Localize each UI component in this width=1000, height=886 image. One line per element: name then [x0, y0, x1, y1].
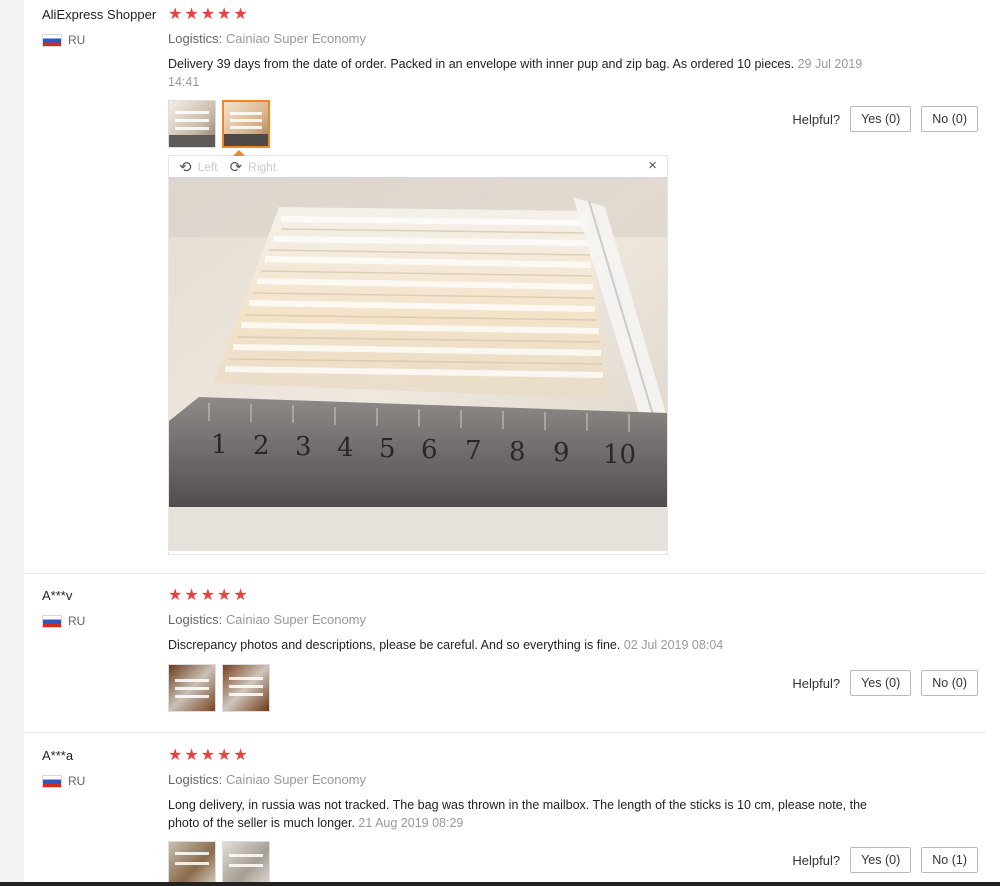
- ruler-number: 6: [421, 435, 438, 465]
- left-gutter: [0, 0, 24, 886]
- review-text: Discrepancy photos and descriptions, ple…: [168, 636, 888, 654]
- review-date: 21 Aug 2019 08:29: [358, 816, 464, 830]
- star-icon: ★: [200, 6, 216, 23]
- logistics-info: Logistics: Cainiao Super Economy: [168, 772, 366, 787]
- review-thumbnails: [168, 841, 270, 883]
- yes-button[interactable]: Yes (0): [850, 106, 912, 132]
- review-item: A***a RU ★ ★ ★ ★ ★ Logistics: Cainiao Super …: [24, 733, 986, 883]
- star-icon: ★: [233, 747, 248, 764]
- buyer-country: RU: [42, 774, 85, 788]
- star-icon: ★: [184, 6, 199, 23]
- ruler-number: 10: [603, 440, 636, 470]
- buyer-country: RU: [42, 614, 85, 628]
- logistics-value: Cainiao Super Economy: [225, 772, 367, 787]
- yes-button[interactable]: Yes (0): [850, 847, 912, 873]
- ruler-number: 5: [379, 434, 396, 464]
- close-icon[interactable]: ×: [648, 157, 657, 174]
- review-item: AliExpress Shopper RU ★ ★ ★ ★ ★ Logistics: C…: [24, 0, 986, 572]
- glue-sticks-photo: 1 2 3 4 5 6 7 8 9 10: [169, 177, 667, 551]
- logistics-value: Cainiao Super Economy: [225, 612, 367, 627]
- helpful-label: Helpful?: [792, 852, 841, 868]
- review-thumbnail[interactable]: [168, 664, 216, 712]
- russia-flag-icon: [42, 614, 62, 628]
- rotate-right-label[interactable]: Right: [248, 160, 276, 174]
- helpful-label: Helpful?: [792, 111, 841, 127]
- window-bottom-edge: [0, 882, 1000, 886]
- buyer-name: A***v: [42, 588, 73, 603]
- star-rating: ★ ★ ★ ★ ★: [168, 588, 248, 604]
- logistics-value: Cainiao Super Economy: [225, 31, 367, 46]
- review-body: Long delivery, in russia was not tracked…: [168, 798, 867, 830]
- no-button[interactable]: No (1): [921, 847, 978, 873]
- logistics-label: Logistics:: [168, 772, 223, 787]
- star-icon: ★: [217, 6, 232, 23]
- ruler-number: 7: [465, 436, 482, 466]
- ruler-number: 1: [211, 430, 228, 460]
- rotate-left-label[interactable]: Left: [198, 160, 218, 174]
- russia-flag-icon: [42, 33, 62, 47]
- review-thumbnails: [168, 664, 270, 712]
- buyer-name: A***a: [42, 748, 74, 763]
- review-thumbnail-selected[interactable]: [222, 100, 270, 148]
- viewer-toolbar: ⟲ Left ⟳ Right ×: [169, 156, 667, 177]
- country-code: RU: [68, 614, 86, 628]
- logistics-label: Logistics:: [168, 31, 223, 46]
- review-body: Discrepancy photos and descriptions, ple…: [168, 638, 621, 652]
- rotate-left-icon[interactable]: ⟲: [179, 158, 192, 176]
- star-icon: ★: [184, 587, 199, 604]
- logistics-label: Logistics:: [168, 612, 223, 627]
- star-icon: ★: [168, 747, 183, 764]
- review-thumbnail[interactable]: [222, 664, 270, 712]
- review-thumbnail[interactable]: [168, 841, 216, 883]
- helpful-vote: Helpful? Yes (0) No (1): [792, 847, 978, 873]
- review-thumbnail[interactable]: [222, 841, 270, 883]
- star-icon: ★: [233, 587, 248, 604]
- helpful-label: Helpful?: [792, 675, 841, 691]
- star-icon: ★: [168, 6, 183, 23]
- ruler-number: 9: [553, 438, 570, 468]
- yes-button[interactable]: Yes (0): [850, 670, 912, 696]
- review-body: Delivery 39 days from the date of order.…: [168, 57, 795, 71]
- star-rating: ★ ★ ★ ★ ★: [168, 7, 248, 23]
- star-icon: ★: [233, 6, 248, 23]
- ruler-number: 3: [295, 432, 312, 462]
- country-code: RU: [68, 774, 86, 788]
- review-thumbnail[interactable]: [168, 100, 216, 148]
- star-icon: ★: [200, 587, 216, 604]
- review-item: A***v RU ★ ★ ★ ★ ★ Logistics: Cainiao Super …: [24, 574, 986, 732]
- review-thumbnails: [168, 100, 270, 148]
- star-rating: ★ ★ ★ ★ ★: [168, 748, 248, 764]
- no-button[interactable]: No (0): [921, 670, 978, 696]
- no-button[interactable]: No (0): [921, 106, 978, 132]
- buyer-name: AliExpress Shopper: [42, 7, 157, 22]
- star-icon: ★: [200, 747, 216, 764]
- buyer-country: RU: [42, 33, 85, 47]
- helpful-vote: Helpful? Yes (0) No (0): [792, 670, 978, 696]
- russia-flag-icon: [42, 774, 62, 788]
- rotate-right-icon[interactable]: ⟳: [230, 158, 243, 176]
- star-icon: ★: [184, 747, 199, 764]
- star-icon: ★: [217, 587, 232, 604]
- ruler-number: 8: [509, 437, 526, 467]
- image-viewer: ⟲ Left ⟳ Right × 1 2 3 4 5 6 7 8 9 10: [168, 150, 668, 555]
- logistics-info: Logistics: Cainiao Super Economy: [168, 31, 366, 46]
- ruler-number: 2: [253, 431, 270, 461]
- star-icon: ★: [168, 587, 183, 604]
- logistics-info: Logistics: Cainiao Super Economy: [168, 612, 366, 627]
- ruler-number: 4: [337, 433, 354, 463]
- review-date: 02 Jul 2019 08:04: [623, 638, 724, 652]
- star-icon: ★: [217, 747, 232, 764]
- review-photo: 1 2 3 4 5 6 7 8 9 10: [169, 177, 667, 551]
- helpful-vote: Helpful? Yes (0) No (0): [792, 106, 978, 132]
- country-code: RU: [68, 33, 86, 47]
- review-text: Long delivery, in russia was not tracked…: [168, 796, 888, 832]
- review-text: Delivery 39 days from the date of order.…: [168, 55, 888, 91]
